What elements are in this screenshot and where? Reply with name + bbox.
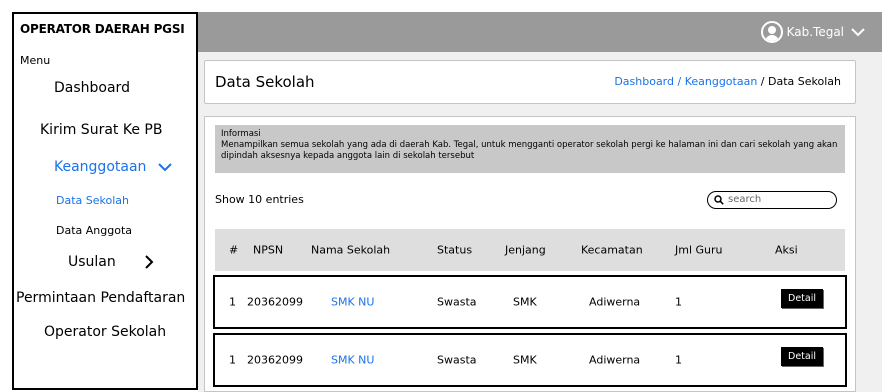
column-header: Jenjang <box>505 243 546 257</box>
column-header: Status <box>437 243 473 257</box>
menu-label: Menu <box>20 54 51 67</box>
detail-button[interactable]: Detail <box>781 289 823 308</box>
sidebar: OPERATOR DAERAH PGSI Menu Dashboard Kiri… <box>12 12 198 390</box>
info-box: Informasi Menampilkan semua sekolah yang… <box>215 125 845 173</box>
detail-button[interactable]: Detail <box>781 347 823 366</box>
row-jml-guru: 1 <box>675 353 682 367</box>
row-kecamatan: Adiwerna <box>589 295 641 309</box>
info-text: Menampilkan semua sekolah yang ada di da… <box>221 140 838 161</box>
row-school-link[interactable]: SMK NU <box>331 296 374 309</box>
chevron-down-icon <box>851 28 865 37</box>
row-jenjang: SMK <box>513 295 537 309</box>
column-header: # <box>229 243 239 257</box>
breadcrumb-current: Data Sekolah <box>768 75 841 88</box>
sidebar-subitem-data-anggota[interactable]: Data Anggota <box>56 224 132 237</box>
table-header: # NPSN Nama Sekolah Status Jenjang Kecam… <box>215 229 845 271</box>
column-header: Nama Sekolah <box>311 243 391 257</box>
sidebar-item-operator-sekolah[interactable]: Operator Sekolah <box>44 324 166 340</box>
breadcrumb: Dashboard / Keanggotaan / Data Sekolah <box>614 75 841 88</box>
sidebar-item-keanggotaan[interactable]: Keanggotaan <box>54 159 173 175</box>
breadcrumb-separator: / <box>757 75 768 88</box>
search-placeholder: search <box>728 194 762 205</box>
chevron-down-icon <box>158 163 172 172</box>
sidebar-item-label: Dashboard <box>54 80 130 96</box>
row-jml-guru: 1 <box>675 295 682 309</box>
sidebar-item-label: Keanggotaan <box>54 159 147 175</box>
column-header: Jml Guru <box>675 243 723 257</box>
top-bar: Kab.Tegal <box>198 12 882 52</box>
page-title: Data Sekolah <box>215 73 315 91</box>
search-input[interactable]: search <box>707 191 837 209</box>
user-name: Kab.Tegal <box>786 25 844 39</box>
user-avatar-icon <box>760 21 783 43</box>
row-kecamatan: Adiwerna <box>589 353 641 367</box>
sidebar-item-label: Data Sekolah <box>56 194 129 207</box>
row-status: Swasta <box>437 295 477 309</box>
sidebar-item-label: Kirim Surat Ke PB <box>40 122 163 138</box>
table-row: 1 20362099 SMK NU Swasta SMK Adiwerna 1 … <box>213 275 847 329</box>
row-npsn: 20362099 <box>247 353 303 367</box>
sidebar-item-label: Permintaan Pendaftaran <box>16 290 186 306</box>
row-number: 1 <box>229 353 236 367</box>
sidebar-item-label: Usulan <box>68 254 116 270</box>
row-status: Swasta <box>437 353 477 367</box>
breadcrumb-link[interactable]: Dashboard / Keanggotaan <box>614 75 757 88</box>
app-title: OPERATOR DAERAH PGSI <box>20 22 185 36</box>
column-header: Kecamatan <box>581 243 643 257</box>
sidebar-item-kirim-surat[interactable]: Kirim Surat Ke PB <box>40 122 162 138</box>
sidebar-subitem-data-sekolah[interactable]: Data Sekolah <box>56 194 129 207</box>
sidebar-item-label: Data Anggota <box>56 224 133 237</box>
table-row: 1 20362099 SMK NU Swasta SMK Adiwerna 1 … <box>213 333 847 387</box>
show-entries[interactable]: Show 10 entries <box>215 193 304 206</box>
row-npsn: 20362099 <box>247 295 303 309</box>
sidebar-item-dashboard[interactable]: Dashboard <box>54 80 130 96</box>
table-panel: Informasi Menampilkan semua sekolah yang… <box>204 116 856 392</box>
sidebar-item-usulan[interactable]: Usulan <box>68 254 156 270</box>
user-menu[interactable]: Kab.Tegal <box>760 21 866 43</box>
page-header: Data Sekolah Dashboard / Keanggotaan / D… <box>204 60 856 104</box>
search-icon <box>714 195 724 205</box>
sidebar-item-label: Operator Sekolah <box>44 324 167 340</box>
chevron-right-icon <box>145 255 154 269</box>
row-school-link[interactable]: SMK NU <box>331 354 374 367</box>
column-header: NPSN <box>253 243 284 257</box>
info-heading: Informasi <box>221 129 261 139</box>
sidebar-item-permintaan-pendaftaran[interactable]: Permintaan Pendaftaran <box>16 290 185 306</box>
row-number: 1 <box>229 295 236 309</box>
main-content: Data Sekolah Dashboard / Keanggotaan / D… <box>198 52 882 392</box>
row-jenjang: SMK <box>513 353 537 367</box>
column-header: Aksi <box>775 243 798 257</box>
